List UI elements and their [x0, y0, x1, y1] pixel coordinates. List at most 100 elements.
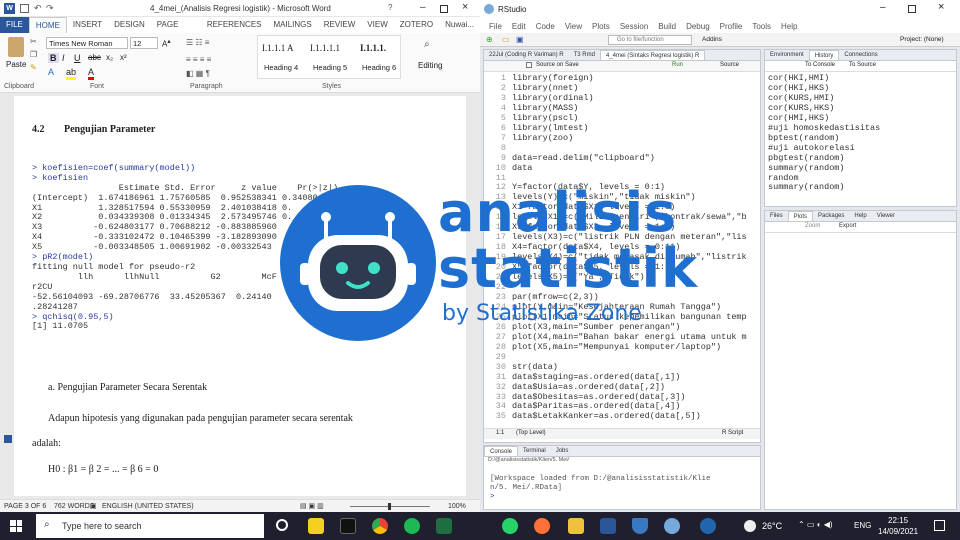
rs-maximize-button[interactable]: [908, 5, 916, 13]
zoom-slider-thumb[interactable]: [388, 503, 391, 510]
scope-indicator[interactable]: (Top Level): [516, 430, 546, 436]
style-gallery[interactable]: [257, 35, 401, 79]
run-button[interactable]: Run: [672, 62, 683, 68]
tab-home[interactable]: HOME: [28, 17, 67, 33]
tab-jobs[interactable]: Jobs: [551, 446, 574, 456]
notification-icon[interactable]: [934, 520, 945, 531]
code-line[interactable]: library(zoo): [512, 133, 747, 144]
project-button[interactable]: Project: (None): [900, 36, 944, 43]
zoom-button[interactable]: Zoom: [805, 223, 820, 229]
file-type[interactable]: R Script: [722, 430, 743, 436]
menu-view[interactable]: View: [560, 22, 587, 31]
rs-close-button[interactable]: ×: [938, 1, 944, 13]
tab-connections[interactable]: Connections: [839, 50, 882, 60]
tab-help[interactable]: Help: [849, 211, 871, 221]
taskbar-app-rstudio-icon[interactable]: [664, 518, 680, 534]
style-heading-5[interactable]: Heading 5: [313, 63, 347, 72]
cut-icon[interactable]: ✂: [30, 37, 37, 46]
tab-viewer[interactable]: Viewer: [872, 211, 900, 221]
tab-review[interactable]: REVIEW: [318, 17, 362, 33]
clock-time[interactable]: 22:15: [888, 516, 908, 525]
tab-plots[interactable]: Plots: [787, 211, 814, 221]
paste-button[interactable]: Paste: [6, 60, 26, 69]
code-line[interactable]: plot(X5,main="Mempunyai komputer/laptop"…: [512, 342, 747, 353]
binoculars-icon[interactable]: ⌕: [424, 39, 430, 50]
menu-file[interactable]: File: [484, 22, 507, 31]
style-heading-6[interactable]: Heading 6: [362, 63, 396, 72]
tab-view[interactable]: VIEW: [361, 17, 393, 33]
goto-file-input[interactable]: Go to file/function: [608, 35, 692, 45]
copy-icon[interactable]: ❐: [30, 50, 37, 59]
format-painter-icon[interactable]: ✎: [30, 63, 37, 72]
save-icon[interactable]: ▣: [516, 35, 524, 44]
console-prompt[interactable]: >: [490, 493, 760, 502]
align-icons[interactable]: ≡ ≡ ≡ ≡: [186, 55, 211, 64]
tab-environment[interactable]: Environment: [765, 50, 809, 60]
source-on-save-checkbox[interactable]: [526, 62, 532, 68]
addins-button[interactable]: Addins: [702, 36, 722, 43]
menu-help[interactable]: Help: [776, 22, 802, 31]
export-button[interactable]: Export: [839, 223, 856, 229]
clock-date[interactable]: 14/09/2021: [878, 527, 918, 536]
font-size-select[interactable]: 12: [130, 37, 158, 49]
word-minimize-button[interactable]: –: [420, 2, 426, 13]
grow-font-icon[interactable]: A▴: [162, 37, 171, 49]
tab-packages[interactable]: Packages: [813, 211, 849, 221]
status-zoom[interactable]: 100%: [448, 503, 466, 510]
underline-button[interactable]: U: [74, 53, 81, 63]
history-list[interactable]: cor(HKI,HMI) cor(HKI,HKS) cor(KURS,HMI) cor…: [765, 72, 956, 193]
taskbar-app-excel-icon[interactable]: [436, 518, 452, 534]
highlight-icon[interactable]: ab: [66, 67, 77, 80]
paste-icon[interactable]: [8, 37, 24, 57]
menu-build[interactable]: Build: [653, 22, 681, 31]
code-line[interactable]: data=read.delim("clipboard"): [512, 153, 747, 164]
status-language[interactable]: ENGLISH (UNITED STATES): [102, 503, 194, 510]
code-line[interactable]: data$Usia=as.ordered(data[,2]): [512, 382, 747, 393]
word-user-name[interactable]: Nuwai...: [439, 17, 480, 33]
taskbar-app-whatsapp-icon[interactable]: [502, 518, 518, 534]
source-tab-1[interactable]: 22Jul (Coding R Variman) R: [484, 50, 569, 60]
language-indicator[interactable]: ENG: [854, 521, 871, 530]
tab-terminal[interactable]: Terminal: [518, 446, 551, 456]
taskbar-app-explorer-icon[interactable]: [568, 518, 584, 534]
tab-files[interactable]: Files: [765, 211, 788, 221]
task-view-icon[interactable]: [276, 519, 288, 531]
open-file-icon[interactable]: ▭: [502, 35, 510, 44]
tab-page-layout[interactable]: PAGE LAYOUT: [151, 17, 201, 45]
word-qat-undo-icon[interactable]: ↶: [34, 3, 42, 14]
word-maximize-button[interactable]: [440, 5, 448, 13]
code-line[interactable]: data: [512, 163, 747, 174]
menu-profile[interactable]: Profile: [715, 22, 748, 31]
proofing-icon[interactable]: ▣: [90, 502, 97, 510]
taskbar-app-word-icon[interactable]: [600, 518, 616, 534]
rs-minimize-button[interactable]: –: [880, 2, 886, 13]
taskbar-search-box[interactable]: ⌕ Type here to search: [36, 514, 264, 538]
editing-button[interactable]: Editing: [418, 61, 442, 70]
taskbar-app-chrome-icon[interactable]: [372, 518, 388, 534]
tab-history[interactable]: History: [808, 50, 840, 60]
taskbar-app-stickynotes-icon[interactable]: [308, 518, 324, 534]
text-effects-icon[interactable]: A: [48, 67, 54, 77]
word-close-button[interactable]: ×: [462, 1, 468, 13]
taskbar-app-firefox-icon[interactable]: [534, 518, 550, 534]
status-page[interactable]: PAGE 3 OF 6: [4, 503, 46, 510]
superscript-button[interactable]: x²: [120, 53, 127, 62]
tab-design[interactable]: DESIGN: [108, 17, 151, 33]
menu-code[interactable]: Code: [531, 22, 560, 31]
strikethrough-button[interactable]: abc: [88, 53, 101, 62]
source-button[interactable]: Source: [720, 62, 739, 68]
to-console-button[interactable]: To Console: [805, 62, 835, 68]
to-source-button[interactable]: To Source: [849, 62, 876, 68]
source-tab-active[interactable]: 4_4mei (Sintaks Regresi logistik) R: [599, 50, 706, 60]
shading-icon[interactable]: ◧ ▦ ¶: [186, 69, 210, 78]
bullets-icon[interactable]: ☰ ☷ ≡: [186, 38, 209, 47]
tab-file[interactable]: FILE: [0, 17, 29, 33]
menu-edit[interactable]: Edit: [507, 22, 531, 31]
word-qat-redo-icon[interactable]: ↷: [46, 3, 54, 14]
start-button[interactable]: [10, 520, 22, 532]
style-heading-4[interactable]: Heading 4: [264, 63, 298, 72]
taskbar-app-shield-icon[interactable]: [632, 518, 648, 534]
tab-console[interactable]: Console: [484, 446, 519, 456]
source-on-save-label[interactable]: Source on Save: [536, 62, 579, 68]
taskbar-app-spotify-icon[interactable]: [404, 518, 420, 534]
